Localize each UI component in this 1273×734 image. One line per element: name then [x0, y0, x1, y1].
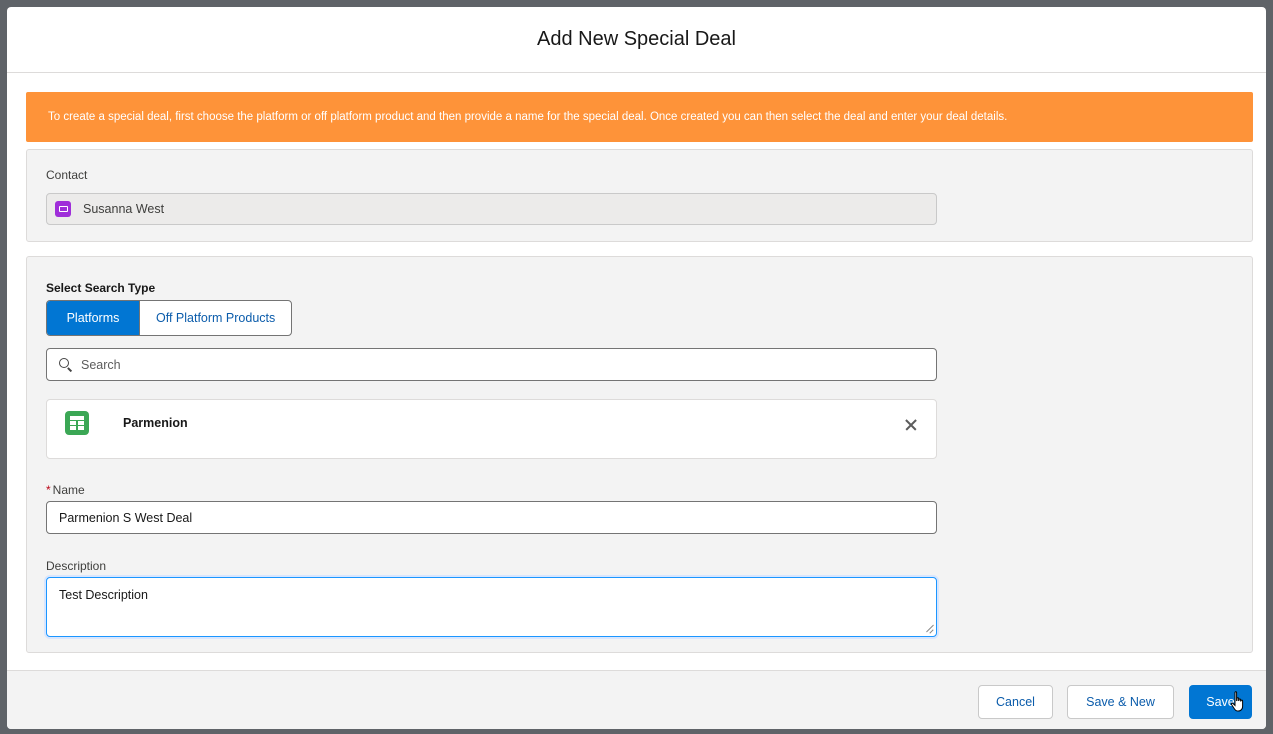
table-icon — [65, 411, 89, 435]
search-box[interactable] — [46, 348, 937, 381]
description-field[interactable]: Test Description — [46, 577, 937, 637]
search-type-toggle: Platforms Off Platform Products — [46, 300, 293, 336]
modal-header: Add New Special Deal — [7, 7, 1266, 73]
deal-form-card: Select Search Type Platforms Off Platfor… — [26, 256, 1253, 653]
hand-cursor-icon — [1230, 691, 1244, 712]
name-label-text: Name — [52, 483, 85, 497]
contact-card-icon — [55, 201, 71, 217]
modal-body[interactable]: To create a special deal, first choose t… — [7, 74, 1266, 670]
modal-title: Add New Special Deal — [537, 28, 736, 50]
tab-off-platform-products[interactable]: Off Platform Products — [139, 301, 291, 335]
search-type-label: Select Search Type — [46, 281, 156, 295]
save-and-new-button[interactable]: Save & New — [1067, 685, 1174, 719]
name-label: * Name — [46, 483, 85, 497]
cancel-button[interactable]: Cancel — [978, 685, 1053, 719]
selected-platform-name: Parmenion — [123, 416, 188, 430]
name-field[interactable] — [46, 501, 937, 534]
contact-card: Contact Susanna West — [26, 149, 1253, 242]
close-icon[interactable] — [904, 418, 918, 432]
contact-label: Contact — [46, 168, 88, 182]
modal-dialog: Add New Special Deal To create a special… — [7, 7, 1266, 729]
search-icon — [59, 357, 73, 372]
required-marker: * — [46, 483, 51, 497]
contact-name: Susanna West — [83, 202, 165, 216]
search-input[interactable] — [81, 357, 921, 372]
contact-field: Susanna West — [46, 193, 937, 225]
modal-footer: Cancel Save & New Save — [7, 670, 1266, 729]
info-banner: To create a special deal, first choose t… — [26, 92, 1253, 142]
selected-platform-pill: Parmenion — [46, 399, 937, 459]
resize-handle-icon[interactable] — [926, 625, 934, 633]
tab-platforms[interactable]: Platforms — [47, 301, 139, 335]
description-label: Description — [46, 559, 107, 573]
